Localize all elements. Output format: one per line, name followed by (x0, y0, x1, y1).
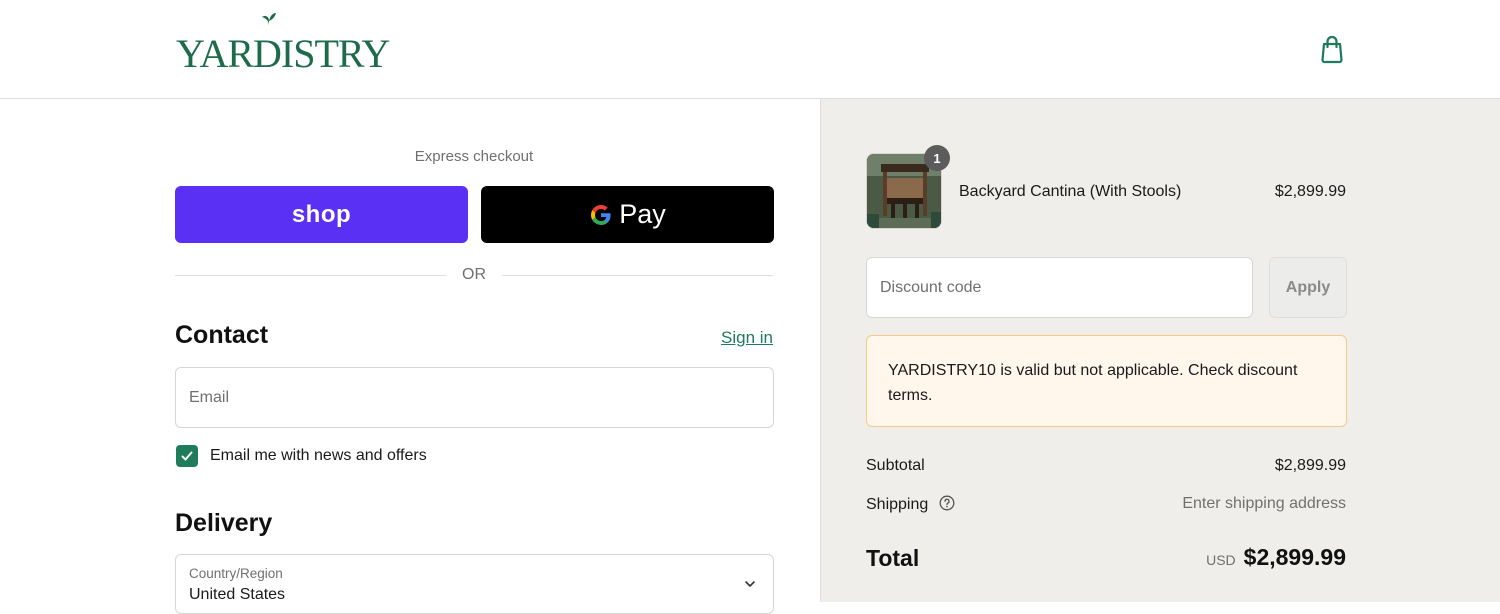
google-pay-button[interactable]: Pay (481, 186, 774, 243)
shipping-row: Shipping (866, 495, 955, 514)
discount-code-wrapper (866, 257, 1253, 318)
divider-line (175, 275, 446, 276)
country-region-value: United States (189, 586, 286, 603)
or-label: OR (462, 266, 486, 283)
currency-code: USD (1206, 552, 1236, 568)
logo-text: YARDISTRY (176, 31, 390, 76)
yardistry-logo[interactable]: YARDISTRY (176, 13, 390, 76)
product-name: Backyard Cantina (With Stools) (959, 183, 1182, 200)
google-pay-label: Pay (619, 199, 666, 229)
email-field-wrapper (175, 367, 774, 428)
total-value-group: USD $2,899.99 (1206, 544, 1346, 571)
help-circle-icon[interactable] (939, 495, 955, 511)
discount-code-input[interactable] (867, 258, 1252, 317)
product-thumbnail-wrapper: 1 (866, 145, 950, 229)
news-offers-checkbox[interactable] (176, 445, 198, 467)
shop-pay-label: shop (291, 200, 352, 228)
country-region-label: Country/Region (189, 566, 283, 581)
contact-heading: Contact (175, 321, 269, 349)
quantity-badge: 1 (924, 145, 950, 171)
subtotal-value: $2,899.99 (1274, 457, 1346, 474)
shop-pay-button[interactable]: shop (175, 186, 468, 243)
news-offers-option[interactable]: Email me with news and offers (176, 445, 427, 467)
news-offers-label: Email me with news and offers (210, 447, 427, 464)
product-price: $2,899.99 (1274, 183, 1346, 200)
or-divider: OR (175, 265, 773, 287)
chevron-down-icon (745, 581, 755, 587)
divider-line (502, 275, 773, 276)
discount-notice: YARDISTRY10 is valid but not applicable.… (866, 335, 1347, 427)
order-summary-panel: 1 Backyard Cantina (With Stools) $2,899.… (820, 99, 1500, 602)
sign-in-link[interactable]: Sign in (700, 328, 773, 348)
delivery-heading: Delivery (175, 509, 273, 537)
shipping-value: Enter shipping address (1182, 495, 1346, 512)
checkmark-icon (181, 451, 193, 461)
express-checkout-label: Express checkout (414, 148, 534, 165)
google-g-icon (591, 204, 611, 225)
apply-discount-button[interactable]: Apply (1269, 257, 1347, 318)
country-region-select[interactable]: Country/Region United States (175, 554, 774, 614)
subtotal-label: Subtotal (866, 457, 925, 474)
shipping-label: Shipping (866, 496, 929, 513)
shopping-bag-icon[interactable] (1318, 34, 1346, 64)
total-amount: $2,899.99 (1243, 544, 1346, 570)
total-label: Total (866, 545, 920, 571)
email-field[interactable] (176, 368, 773, 427)
header: YARDISTRY (0, 0, 1500, 99)
leaf-icon (262, 13, 276, 26)
checkout-form-panel: Express checkout shop Pay OR Contact Sig… (0, 99, 820, 614)
